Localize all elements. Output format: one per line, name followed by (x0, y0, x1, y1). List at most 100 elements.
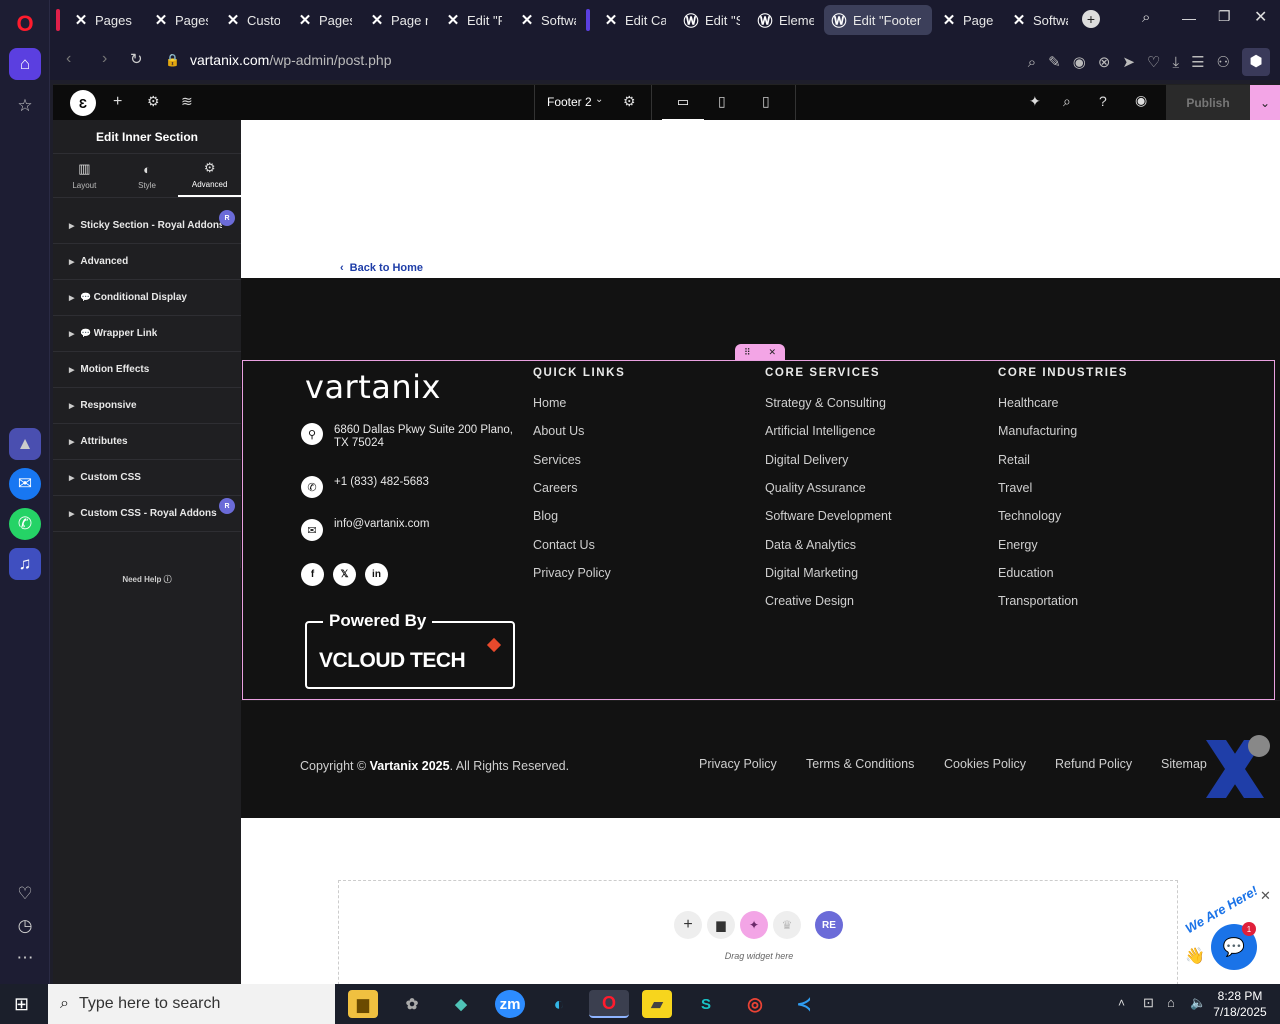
tab-layout[interactable]: ▥ Layout (53, 154, 116, 197)
browser-tab[interactable]: Ⓦ Edit "Footer 2" (824, 5, 932, 35)
home-icon[interactable]: ⌂ (9, 48, 41, 80)
whatsapp-icon[interactable]: ✆ (9, 508, 41, 540)
browser-tab[interactable]: ✕ Pages ‹ (290, 5, 360, 35)
reload-icon[interactable]: ↻ (130, 50, 143, 68)
zoom-app-icon[interactable]: zm (495, 990, 525, 1018)
help-icon[interactable]: ? (1099, 93, 1107, 109)
footer-link[interactable]: Digital Marketing (765, 566, 858, 580)
footer-link[interactable]: Artificial Intelligence (765, 424, 875, 438)
facebook-icon[interactable]: f (301, 563, 324, 586)
footer-link[interactable]: Energy (998, 538, 1038, 552)
vscode-icon[interactable]: ≺ (789, 990, 819, 1018)
tablet-view-icon[interactable]: ▯ (718, 93, 726, 110)
back-arrow-icon[interactable]: ‹ (66, 50, 71, 68)
browser-tab[interactable]: ✕ Pages ‹ (146, 5, 216, 35)
tray-network-alert-icon[interactable]: ⊡ (1143, 995, 1154, 1011)
elementor-logo-icon[interactable]: Ɛ (70, 90, 96, 116)
footer-link[interactable]: Digital Delivery (765, 453, 848, 467)
camera-icon[interactable]: ◉ (1073, 53, 1086, 71)
tray-wifi-icon[interactable]: ⌂ (1167, 995, 1175, 1010)
panel-section-toggle[interactable]: ▶ Responsive (53, 388, 241, 424)
browser-tab[interactable]: ✕ Page no (934, 5, 1002, 35)
browser-tab[interactable]: ✕ Custom (218, 5, 288, 35)
taskbar-search-box[interactable]: ⌕ Type here to search (48, 984, 335, 1024)
send-icon[interactable]: ➤ (1122, 53, 1135, 71)
footer-link[interactable]: Contact Us (533, 538, 595, 552)
footer-link[interactable]: Creative Design (765, 594, 854, 608)
browser-tab[interactable]: ✕ Pages ‹ (66, 5, 144, 35)
back-to-home-link[interactable]: ‹ Back to Home (340, 262, 423, 274)
footer-link[interactable]: Blog (533, 509, 558, 523)
messenger-icon[interactable]: ✉ (9, 468, 41, 500)
footer-link[interactable]: Careers (533, 481, 577, 495)
mobile-view-icon[interactable]: ▯ (762, 93, 770, 110)
chrome-icon[interactable]: ◎ (740, 990, 770, 1018)
profile-icon[interactable]: ⚇ (1217, 53, 1230, 71)
windows-start-icon[interactable]: ⊞ (14, 994, 29, 1015)
shield-icon[interactable]: ⊗ (1098, 53, 1111, 71)
heart-outline-icon[interactable]: ♡ (1147, 53, 1160, 71)
tray-volume-icon[interactable]: 🔈 (1190, 995, 1206, 1011)
edit-icon[interactable]: ✎ (1048, 53, 1061, 71)
browser-tab[interactable]: Ⓦ Element (750, 5, 822, 35)
footer-link[interactable]: Retail (998, 453, 1030, 467)
download-icon[interactable]: ⤓ (1172, 54, 1179, 71)
empty-section-dropzone[interactable]: + ▆ ✦ ♛ RE Drag widget here (338, 880, 1178, 984)
app-bird-icon[interactable]: ✿ (397, 990, 427, 1018)
browser-tab[interactable]: ✕ Edit "Fo (438, 5, 510, 35)
panel-section-toggle[interactable]: ▶ Attributes (53, 424, 241, 460)
royal-addons-icon[interactable]: RE (815, 911, 843, 939)
template-library-folder-icon[interactable]: ▆ (707, 911, 735, 939)
app-s-icon[interactable]: S (691, 990, 721, 1018)
app-gem-icon[interactable]: ◆ (446, 990, 476, 1018)
aria-icon[interactable]: ▲ (9, 428, 41, 460)
footer-link[interactable]: Privacy Policy (533, 566, 611, 580)
panel-section-toggle[interactable]: ▶ 💬 Wrapper Link (53, 316, 241, 352)
extensions-icon[interactable]: ⬢ (1242, 48, 1270, 76)
footer-link[interactable]: Strategy & Consulting (765, 396, 886, 410)
history-icon[interactable]: ◷ (9, 910, 41, 942)
desktop-view-icon[interactable]: ▭ (662, 85, 704, 121)
publish-button[interactable]: Publish (1166, 85, 1250, 121)
x-twitter-icon[interactable]: 𝕏 (333, 563, 356, 586)
music-icon[interactable]: ♫ (9, 548, 41, 580)
zoom-icon[interactable]: ⌕ (1028, 54, 1036, 71)
browser-tab[interactable]: ✕ Softwar (512, 5, 584, 35)
email-link[interactable]: info@vartanix.com (334, 518, 429, 530)
site-settings-icon[interactable]: ⚙ (147, 93, 160, 110)
panel-section-toggle[interactable]: ▶ Custom CSS - Royal Addons R (53, 496, 241, 532)
footer-link[interactable]: Data & Analytics (765, 538, 856, 552)
phone-link[interactable]: +1 (833) 482-5683 (334, 476, 429, 488)
browser-tab[interactable]: ✕ Edit Cat (596, 5, 674, 35)
linkedin-icon[interactable]: in (365, 563, 388, 586)
add-section-icon[interactable]: + (674, 911, 702, 939)
browser-tab[interactable]: ✕ Softwar (1004, 5, 1076, 35)
restore-button[interactable]: ❐ (1218, 8, 1231, 25)
add-element-icon[interactable]: + (113, 93, 122, 111)
browser-tab[interactable]: ✕ Page no (362, 5, 436, 35)
tray-chevron-icon[interactable]: ˄ (1118, 996, 1125, 1010)
tab-advanced[interactable]: ⚙ Advanced (178, 154, 242, 197)
panel-section-toggle[interactable]: ▶ 💬 Conditional Display (53, 280, 241, 316)
footer-link[interactable]: Technology (998, 509, 1061, 523)
panel-section-toggle[interactable]: ▶ Custom CSS (53, 460, 241, 496)
ai-sparkle-icon[interactable]: ✦ (740, 911, 768, 939)
page-settings-icon[interactable]: ⚙ (623, 93, 636, 110)
section-handle[interactable]: ⠿ ✕ (735, 344, 785, 360)
chevron-down-icon[interactable]: ⌄ (595, 94, 603, 105)
footer-link[interactable]: Healthcare (998, 396, 1058, 410)
opera-logo-icon[interactable]: O (9, 8, 41, 40)
more-icon[interactable]: ⋯ (9, 942, 41, 974)
footer-link[interactable]: Education (998, 566, 1054, 580)
forward-arrow-icon[interactable]: › (102, 50, 107, 68)
close-window-button[interactable]: ✕ (1254, 7, 1267, 27)
star-icon[interactable]: ☆ (9, 90, 41, 122)
browser-tab[interactable]: Ⓦ Edit "Se (676, 5, 748, 35)
footer-link[interactable]: Quality Assurance (765, 481, 866, 495)
tab-style[interactable]: ◐ Style (116, 154, 179, 197)
footer-link[interactable]: Transportation (998, 594, 1078, 608)
structure-icon[interactable]: ≋ (181, 93, 193, 110)
panel-section-toggle[interactable]: ▶ Advanced (53, 244, 241, 280)
vartanix-logo[interactable]: vartanix (305, 368, 441, 406)
finder-search-icon[interactable]: ⌕ (1063, 93, 1071, 110)
